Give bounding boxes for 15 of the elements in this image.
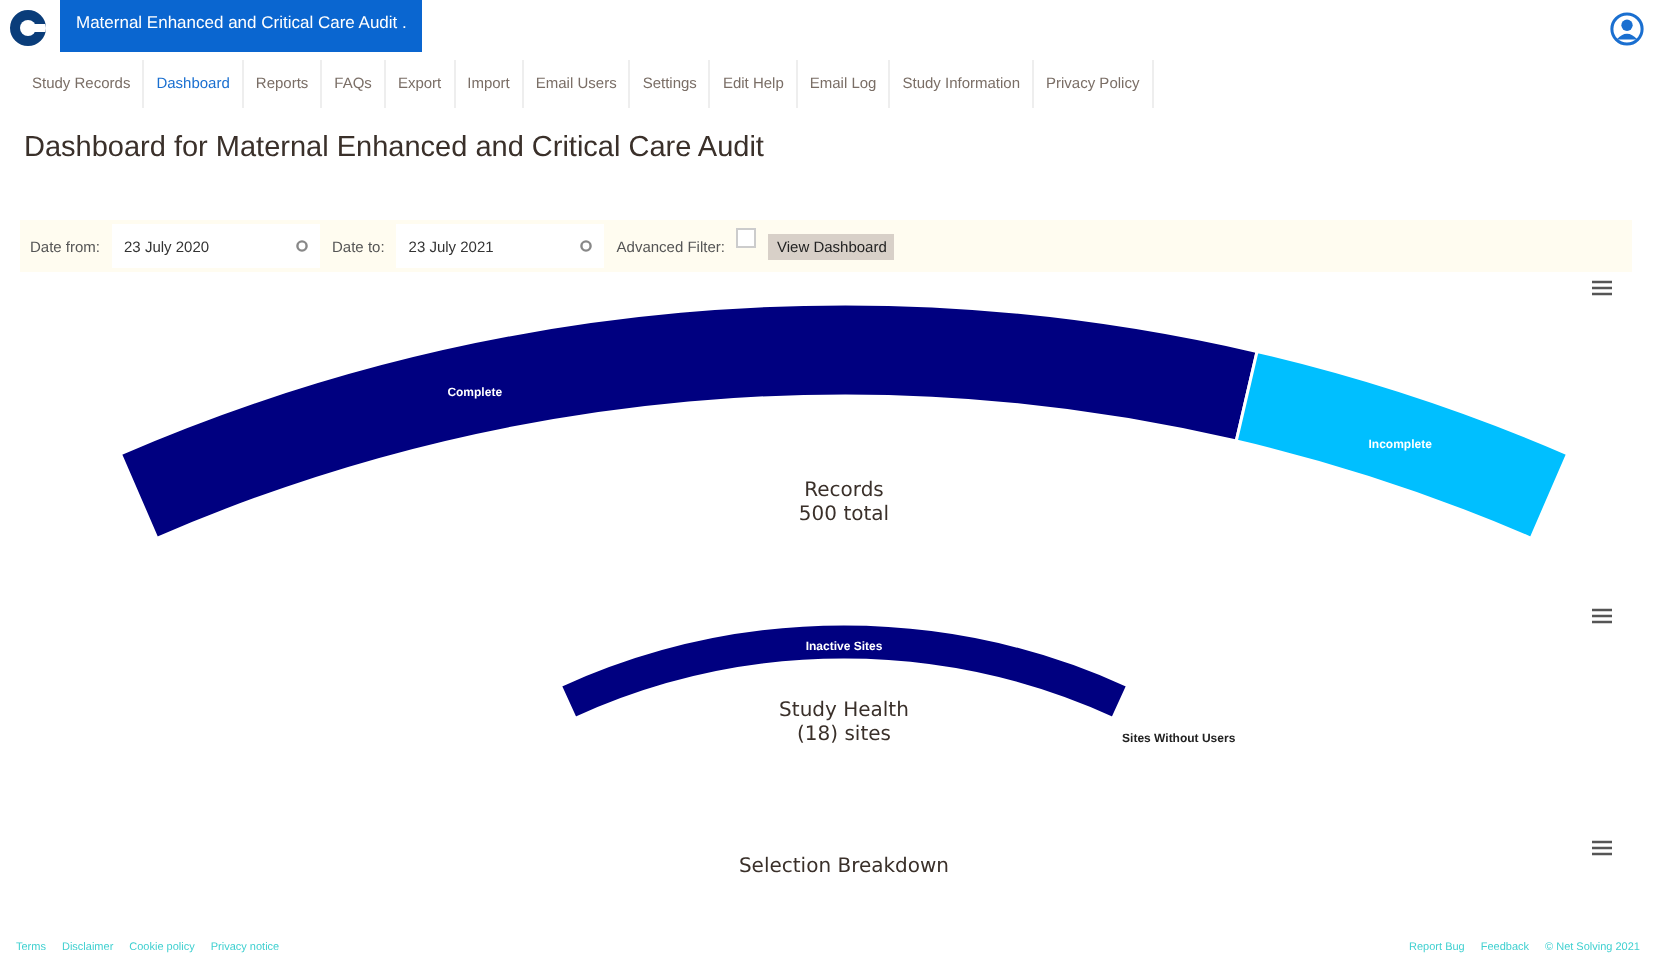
page-heading: Dashboard for Maternal Enhanced and Critical Care Audit (24, 132, 766, 168)
study-title-banner: Maternal Enhanced and Critical Care Audit . (60, 0, 423, 52)
chart-segment[interactable] (118, 303, 1259, 540)
advanced-filter-checkbox[interactable] (736, 228, 757, 248)
chart-title: Study Health (779, 700, 909, 724)
chart-title: Records (804, 480, 884, 504)
menu-icon[interactable] (1592, 280, 1612, 296)
user-avatar-icon[interactable] (1610, 11, 1644, 45)
chart-subtitle: 500 total (798, 504, 890, 528)
chart-title: Selection Breakdown (738, 856, 950, 880)
menu-icon[interactable] (1592, 608, 1612, 624)
chart-segment[interactable] (558, 623, 1130, 720)
chart-subtitle: (18) sites (797, 724, 891, 748)
logo-icon (8, 8, 48, 48)
menu-icon[interactable] (1592, 840, 1612, 856)
